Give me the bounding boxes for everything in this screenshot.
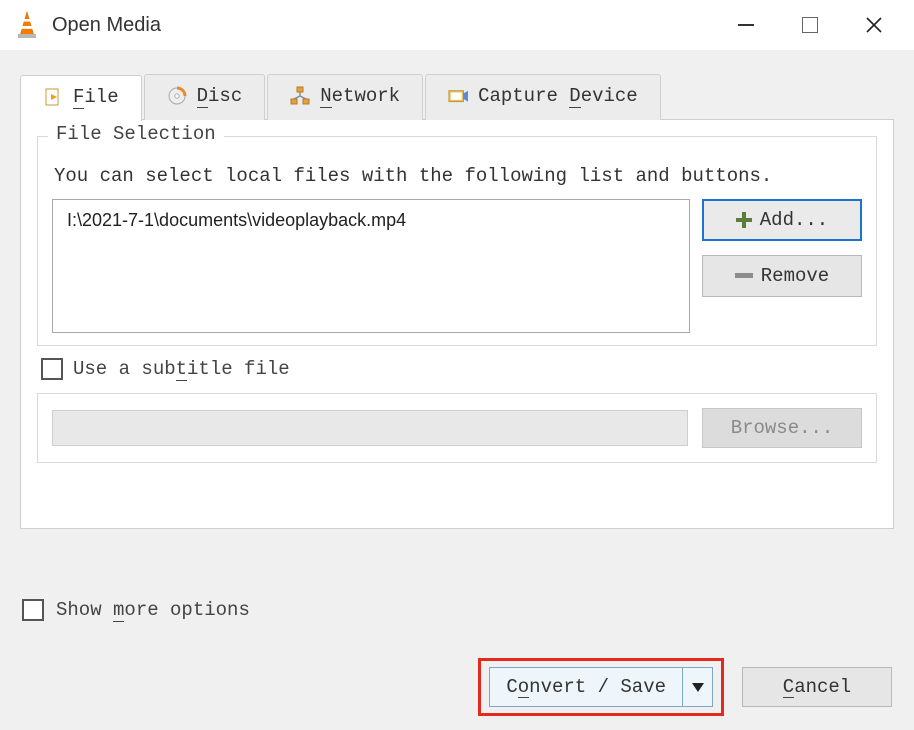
maximize-button[interactable] — [778, 3, 842, 47]
dialog-footer: Convert / Save Cancel — [478, 658, 892, 716]
cancel-label: Cancel — [783, 676, 851, 699]
tab-network[interactable]: Network — [267, 74, 423, 120]
dialog-body: File Disc Network — [0, 50, 914, 730]
file-icon — [43, 87, 63, 107]
add-button-label: Add... — [760, 209, 828, 231]
file-list-item[interactable]: I:\2021-7-1\documents\videoplayback.mp4 — [67, 210, 675, 231]
tab-disc[interactable]: Disc — [144, 74, 266, 120]
convert-save-label: Convert / Save — [506, 676, 666, 699]
convert-save-callout: Convert / Save — [478, 658, 724, 716]
file-list[interactable]: I:\2021-7-1\documents\videoplayback.mp4 — [52, 199, 690, 333]
subtitle-path-input — [52, 410, 688, 446]
use-subtitle-row: Use a subtitle file — [37, 356, 877, 393]
disc-icon — [167, 86, 187, 106]
use-subtitle-checkbox[interactable] — [41, 358, 63, 380]
cancel-button[interactable]: Cancel — [742, 667, 892, 707]
tab-capture-label: Capture Device — [478, 85, 638, 108]
show-more-options-label: Show more options — [56, 599, 250, 622]
network-icon — [290, 86, 310, 106]
show-more-options-checkbox[interactable] — [22, 599, 44, 621]
tab-network-label: Network — [320, 85, 400, 108]
window-title: Open Media — [52, 14, 714, 37]
tab-disc-label: Disc — [197, 85, 243, 108]
use-subtitle-label: Use a subtitle file — [73, 358, 290, 381]
tab-file-label: File — [73, 86, 119, 109]
vlc-cone-icon — [14, 10, 40, 40]
file-panel: File Selection You can select local file… — [20, 119, 894, 529]
browse-button: Browse... — [702, 408, 862, 448]
file-selection-help: You can select local files with the foll… — [52, 163, 862, 187]
close-button[interactable] — [842, 3, 906, 47]
file-selection-group: File Selection You can select local file… — [37, 136, 877, 346]
close-icon — [865, 16, 883, 34]
window-controls — [714, 3, 906, 47]
add-button[interactable]: Add... — [702, 199, 862, 241]
source-tabs: File Disc Network — [20, 74, 894, 120]
remove-button-label: Remove — [761, 265, 829, 287]
tab-file[interactable]: File — [20, 75, 142, 121]
chevron-down-icon — [692, 683, 704, 692]
remove-button[interactable]: Remove — [702, 255, 862, 297]
capture-icon — [448, 86, 468, 106]
minus-icon — [735, 273, 753, 278]
convert-save-dropdown[interactable] — [683, 667, 713, 707]
titlebar: Open Media — [0, 0, 914, 50]
subtitle-group: Browse... — [37, 393, 877, 463]
maximize-icon — [802, 17, 818, 33]
file-selection-legend: File Selection — [48, 123, 224, 145]
minimize-icon — [738, 24, 754, 26]
browse-button-label: Browse... — [731, 417, 834, 439]
minimize-button[interactable] — [714, 3, 778, 47]
convert-save-button[interactable]: Convert / Save — [489, 667, 683, 707]
plus-icon — [736, 212, 752, 228]
show-more-options-row: Show more options — [22, 599, 894, 622]
tab-capture-device[interactable]: Capture Device — [425, 74, 661, 120]
